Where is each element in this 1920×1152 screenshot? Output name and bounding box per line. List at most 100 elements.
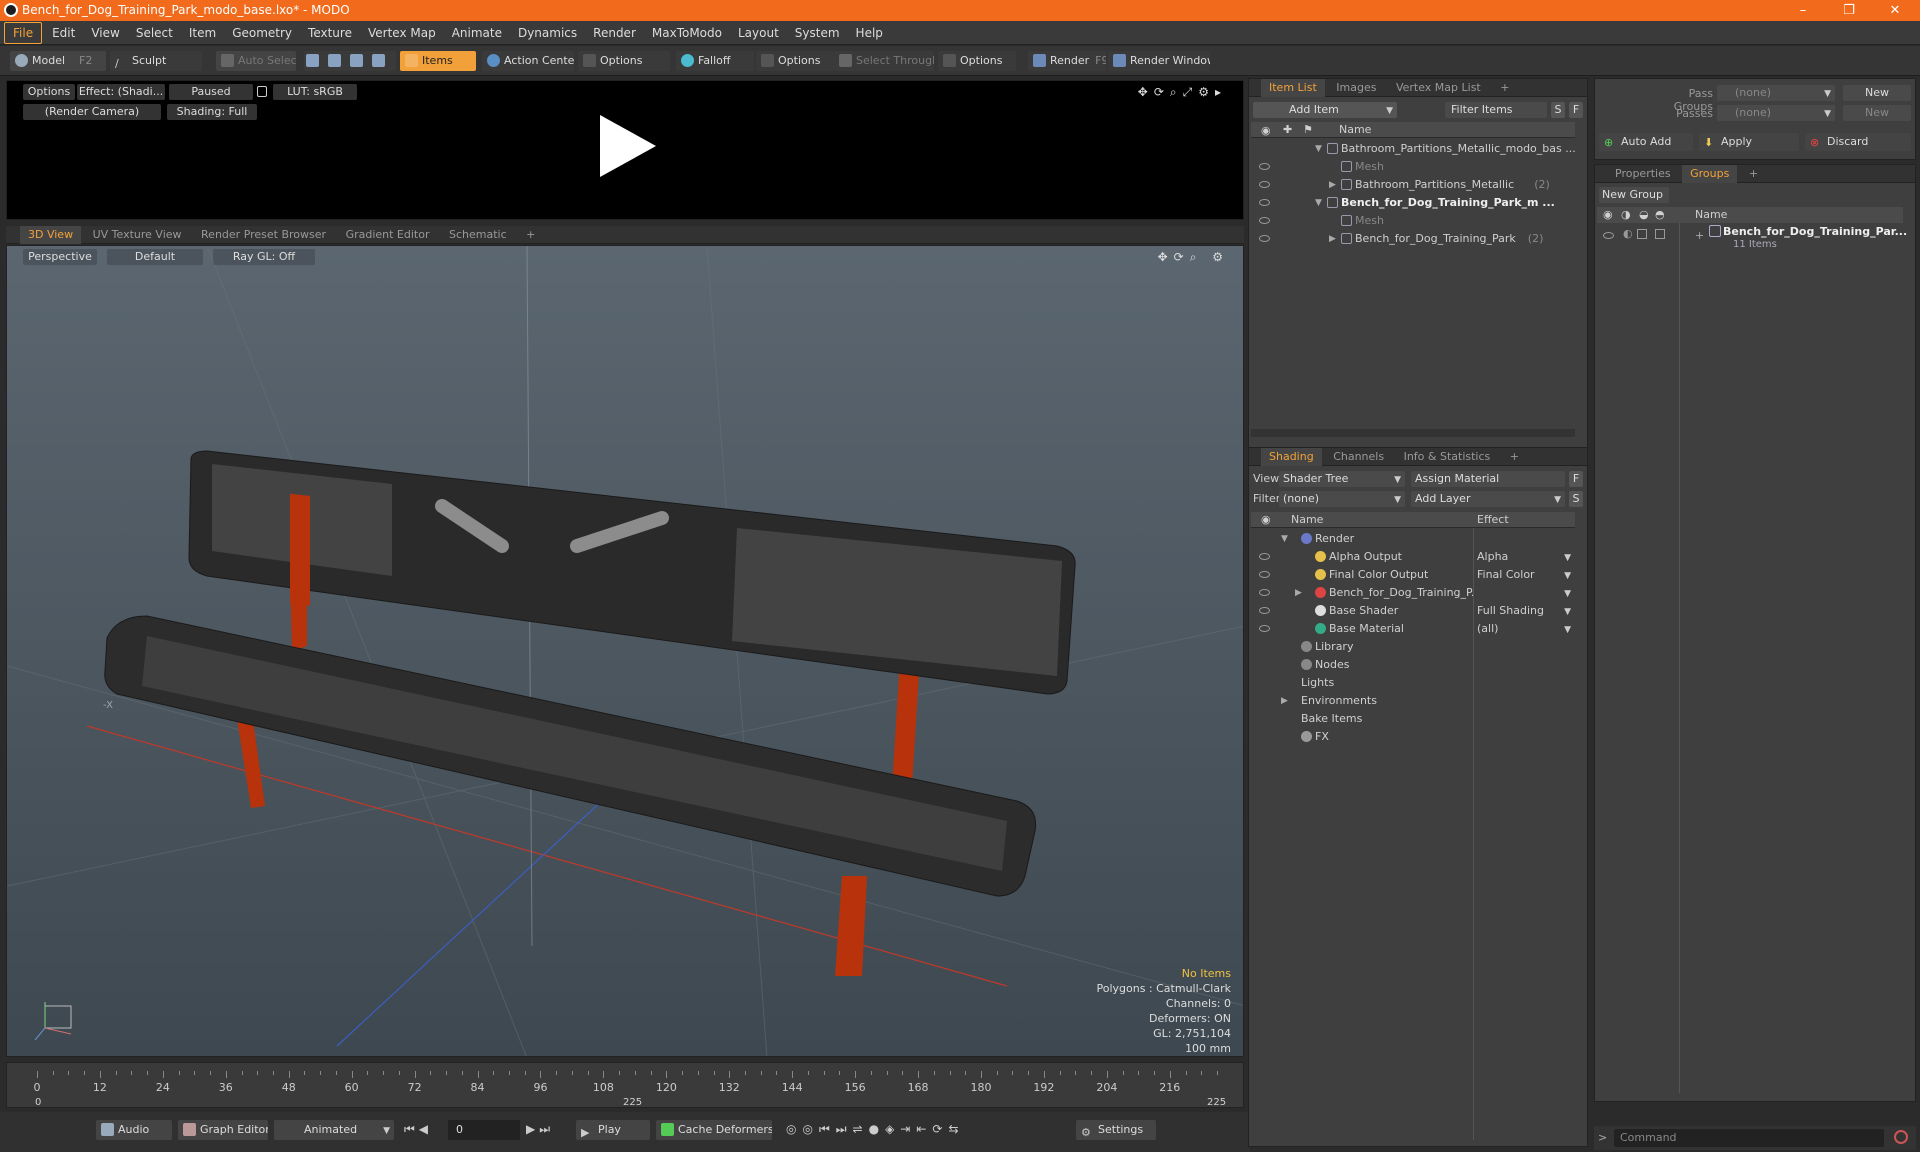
item-list-row[interactable]: ▼ Bench_for_Dog_Training_Park_m ...	[1251, 194, 1575, 212]
lock-icon[interactable]	[257, 86, 267, 97]
item-list-scrollbar[interactable]	[1251, 429, 1575, 437]
edge-mode-icon[interactable]	[328, 54, 341, 67]
item-name[interactable]: Bathroom_Partitions_Metallic_modo_bas ..…	[1341, 140, 1575, 158]
expand-icon[interactable]: ▶	[1281, 692, 1288, 710]
shader-tree-row[interactable]: ▶ Bench_for_Dog_Training_P... ▼	[1251, 584, 1575, 602]
assign-material-button[interactable]: Assign Material	[1411, 471, 1565, 487]
shader-item-name[interactable]: Library	[1315, 638, 1473, 656]
new-group-button[interactable]: New Group	[1599, 187, 1669, 203]
material-mode-icon[interactable]	[372, 54, 385, 67]
graph-editor-button[interactable]: Graph Editor	[178, 1120, 268, 1140]
action-center-options-button[interactable]: Options	[578, 51, 670, 71]
play-button[interactable]: ▶ Play	[576, 1120, 650, 1140]
tab-info-statistics[interactable]: Info & Statistics	[1396, 448, 1499, 466]
cache-deformers-button[interactable]: Cache Deformers	[656, 1120, 772, 1140]
visibility-eye-icon[interactable]	[1259, 607, 1270, 614]
menu-dynamics[interactable]: Dynamics	[510, 21, 585, 45]
item-list-row[interactable]: ▶ Bench_for_Dog_Training_Park (2)	[1251, 230, 1575, 248]
menu-geometry[interactable]: Geometry	[224, 21, 300, 45]
tab-properties[interactable]: Properties	[1607, 165, 1679, 183]
close-button[interactable]: ✕	[1872, 0, 1918, 21]
shading-s-button[interactable]: S	[1569, 491, 1583, 507]
render-window-button[interactable]: Render Window	[1108, 51, 1210, 71]
shader-item-name[interactable]: Render	[1315, 530, 1473, 548]
shader-tree-row[interactable]: Final Color Output Final Color ▼	[1251, 566, 1575, 584]
select-checkbox[interactable]	[1655, 229, 1665, 239]
tab-shading[interactable]: Shading	[1261, 448, 1322, 466]
add-layer-dropdown[interactable]: Add Layer ▼	[1411, 491, 1565, 507]
sculpt-button[interactable]: ∕ Sculpt	[110, 51, 202, 71]
effect-dropdown[interactable]: Full Shading ▼	[1477, 603, 1573, 619]
preview-view-controls-icon[interactable]: ✥⟳⌕⤢⚙▸	[1138, 85, 1227, 100]
preview-options-button[interactable]: Options	[23, 84, 75, 100]
effect-column-header[interactable]: Effect	[1477, 513, 1509, 526]
polygon-mode-icon[interactable]	[350, 54, 363, 67]
select-options-button[interactable]: Options	[938, 51, 1016, 71]
filter-items-input[interactable]: Filter Items	[1445, 102, 1547, 118]
effect-dropdown[interactable]: ▼	[1477, 585, 1573, 601]
shader-item-name[interactable]: Environments	[1301, 692, 1459, 710]
effect-dropdown[interactable]: Final Color ▼	[1477, 567, 1573, 583]
new-pass-group-button[interactable]: New	[1843, 85, 1911, 101]
shader-tree-row[interactable]: Lights	[1251, 674, 1575, 692]
add-item-dropdown[interactable]: Add Item ▼	[1253, 102, 1397, 118]
preview-effect-dropdown[interactable]: Effect: (Shadi...	[77, 84, 165, 100]
menu-render[interactable]: Render	[585, 21, 644, 45]
menu-help[interactable]: Help	[848, 21, 891, 45]
lut-dropdown[interactable]: LUT: sRGB	[273, 84, 357, 100]
tab-groups[interactable]: Groups	[1682, 165, 1738, 183]
filter-dropdown[interactable]: (none) ▼	[1279, 491, 1405, 507]
frame-input[interactable]: 0	[448, 1120, 520, 1140]
action-center-button[interactable]: Action Center	[482, 51, 574, 71]
shader-item-name[interactable]: Bake Items	[1301, 710, 1459, 728]
keyframe-tool-icons[interactable]: ◎◎⏮⏭⇌●◈⇥⇤⟳⇆	[786, 1122, 965, 1137]
shader-tree-row[interactable]: FX	[1251, 728, 1575, 746]
add-tab-button[interactable]: +	[1741, 165, 1766, 183]
tab-render-preset-browser[interactable]: Render Preset Browser	[193, 226, 334, 244]
items-mode-button[interactable]: Items	[400, 51, 476, 71]
expand-icon[interactable]: ▶	[1295, 584, 1302, 602]
item-name[interactable]: Mesh	[1355, 158, 1384, 176]
item-name[interactable]: Bench_for_Dog_Training_Park_m ...	[1341, 194, 1555, 212]
new-pass-button[interactable]: New	[1843, 105, 1911, 121]
shader-tree-row[interactable]: Alpha Output Alpha ▼	[1251, 548, 1575, 566]
visibility-eye-icon[interactable]	[1259, 217, 1270, 224]
filter-toggle-button[interactable]: F	[1569, 102, 1583, 118]
shader-item-name[interactable]: Alpha Output	[1329, 548, 1473, 566]
tab-channels[interactable]: Channels	[1325, 448, 1392, 466]
animated-dropdown[interactable]: Animated ▼	[274, 1120, 394, 1140]
render-button[interactable]: Render F9	[1028, 51, 1106, 71]
add-tab-button[interactable]: +	[518, 226, 543, 244]
apply-button[interactable]: ⬇ Apply	[1699, 133, 1799, 151]
menu-vertex-map[interactable]: Vertex Map	[360, 21, 444, 45]
tab-3d-view[interactable]: 3D View	[20, 226, 82, 244]
timeline-ruler[interactable]: 0 12 24 36 48 60 72 84 96 108 120 132 144 156 168 180 19…	[34, 1071, 1218, 1095]
name-column-header[interactable]: Name	[1339, 123, 1371, 136]
auto-select-button[interactable]: Auto Select	[216, 51, 296, 71]
passes-dropdown[interactable]: (none) ▼	[1717, 105, 1835, 121]
item-name[interactable]: Bench_for_Dog_Training_Park	[1355, 230, 1516, 248]
shader-item-name[interactable]: Base Shader	[1329, 602, 1473, 620]
pass-groups-dropdown[interactable]: (none) ▼	[1717, 85, 1835, 101]
expand-icon[interactable]: ▼	[1315, 140, 1322, 158]
minimize-button[interactable]: –	[1780, 0, 1826, 21]
menu-animate[interactable]: Animate	[444, 21, 510, 45]
auto-add-button[interactable]: ⊕ Auto Add	[1599, 133, 1693, 151]
item-list-row[interactable]: ▼ Bathroom_Partitions_Metallic_modo_bas .…	[1251, 140, 1575, 158]
shader-tree-row[interactable]: Base Shader Full Shading ▼	[1251, 602, 1575, 620]
expand-icon[interactable]: ▶	[1329, 176, 1336, 194]
add-tab-button[interactable]: +	[1502, 448, 1527, 466]
menu-view[interactable]: View	[83, 21, 127, 45]
shader-tree-row[interactable]: ▶ Environments	[1251, 692, 1575, 710]
visibility-eye-icon[interactable]	[1259, 571, 1270, 578]
tab-schematic[interactable]: Schematic	[441, 226, 515, 244]
timeline[interactable]: 0 12 24 36 48 60 72 84 96 108 120 132 144 156 168 180 19…	[6, 1062, 1244, 1108]
shader-tree-row[interactable]: Library	[1251, 638, 1575, 656]
expand-icon[interactable]: ▼	[1281, 530, 1288, 548]
play-icon[interactable]	[592, 111, 662, 181]
shader-item-name[interactable]: Base Material	[1329, 620, 1473, 638]
transport-back-icons[interactable]: ⏮◀	[404, 1122, 432, 1137]
3d-viewport[interactable]: Perspective Default Ray GL: Off ✥⟳⌕ ⚙ -X…	[6, 245, 1244, 1057]
visibility-eye-icon[interactable]	[1259, 589, 1270, 596]
maximize-button[interactable]: ❐	[1826, 0, 1872, 21]
